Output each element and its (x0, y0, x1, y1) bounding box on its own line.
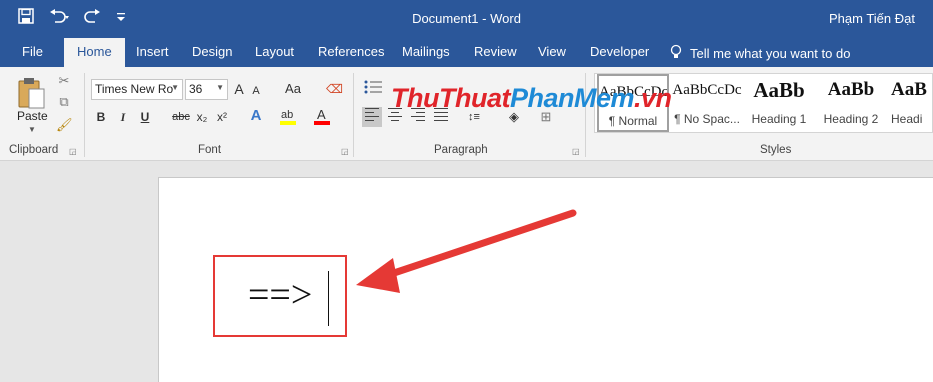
document-area (0, 161, 933, 382)
title-bar: Document1 - Word Phạm Tiến Đạt (0, 0, 933, 38)
styles-group-label: Styles (760, 144, 792, 156)
font-size-dropdown-icon[interactable]: ▼ (216, 83, 224, 92)
tab-design[interactable]: Design (192, 44, 232, 59)
strikethrough-button[interactable]: abc (171, 107, 191, 127)
ribbon-home: Paste ▼ ✂ ⧉ 🖌 Clipboard ◲ Times New Ro ▼… (0, 67, 933, 161)
paste-dropdown-icon[interactable]: ▼ (28, 125, 36, 134)
clipboard-group-label: Clipboard (9, 144, 59, 156)
shrink-font-button[interactable]: A (250, 81, 262, 101)
user-name[interactable]: Phạm Tiến Đạt (829, 11, 915, 26)
clear-formatting-icon[interactable]: ⌫ (326, 79, 343, 99)
paragraph-group-label: Paragraph (434, 144, 488, 156)
style-no-spacing[interactable]: AaBbCcDc ¶ No Spac... (671, 74, 743, 132)
tab-layout[interactable]: Layout (255, 44, 294, 59)
tab-review[interactable]: Review (474, 44, 517, 59)
clipboard-launcher-icon[interactable]: ◲ (69, 147, 77, 156)
watermark-logo: ThuThuatPhanMem.vn (391, 83, 672, 113)
text-effects-icon[interactable]: A (246, 106, 266, 126)
italic-button[interactable]: I (116, 107, 130, 127)
paragraph-launcher-icon[interactable]: ◲ (572, 147, 580, 156)
svg-text:ab: ab (281, 109, 293, 121)
grow-font-button[interactable]: A (232, 79, 246, 99)
paste-button[interactable]: Paste (17, 109, 48, 123)
tab-view[interactable]: View (538, 44, 566, 59)
style-heading-3[interactable]: AaB Headi (887, 74, 932, 132)
document-text[interactable]: ==> (248, 271, 312, 319)
group-divider (353, 73, 354, 157)
font-size-box[interactable]: 36 ▼ (185, 79, 228, 100)
paste-icon[interactable] (17, 76, 47, 110)
tab-insert[interactable]: Insert (136, 44, 169, 59)
text-cursor (328, 271, 329, 326)
group-divider (84, 73, 85, 157)
subscript-button[interactable]: x₂ (194, 107, 210, 127)
bold-button[interactable]: B (94, 107, 108, 127)
font-size-value: 36 (189, 82, 203, 96)
font-color-icon[interactable]: A (312, 106, 332, 126)
change-case-button[interactable]: Aa (283, 79, 303, 99)
ribbon-tabs: File Home Insert Design Layout Reference… (0, 38, 933, 67)
tell-me-text: Tell me what you want to do (690, 46, 851, 61)
font-name-dropdown-icon[interactable]: ▼ (171, 83, 179, 92)
style-heading-2[interactable]: AaBb Heading 2 (815, 74, 887, 132)
highlight-color-icon[interactable]: ab (278, 106, 298, 126)
font-group-label: Font (198, 144, 222, 156)
align-left-icon[interactable] (362, 107, 382, 127)
tab-references[interactable]: References (318, 44, 384, 59)
font-name-box[interactable]: Times New Ro ▼ (91, 79, 183, 100)
underline-button[interactable]: U (138, 107, 152, 127)
tab-developer[interactable]: Developer (590, 44, 649, 59)
format-painter-icon[interactable]: 🖌 (56, 117, 73, 133)
cut-icon[interactable]: ✂ (56, 73, 72, 89)
tab-mailings[interactable]: Mailings (402, 44, 450, 59)
style-heading-1[interactable]: AaBb Heading 1 (743, 74, 815, 132)
tab-file[interactable]: File (22, 44, 43, 59)
font-name-value: Times New Ro (95, 82, 174, 96)
copy-icon[interactable]: ⧉ (56, 94, 72, 110)
lightbulb-icon (670, 44, 682, 63)
svg-text:A: A (317, 107, 326, 122)
tell-me-box[interactable]: Tell me what you want to do (670, 44, 850, 63)
bullets-icon[interactable] (362, 79, 384, 99)
font-launcher-icon[interactable]: ◲ (341, 147, 349, 156)
document-title: Document1 - Word (412, 11, 521, 26)
tab-home[interactable]: Home (64, 38, 125, 67)
superscript-button[interactable]: x² (214, 107, 230, 127)
